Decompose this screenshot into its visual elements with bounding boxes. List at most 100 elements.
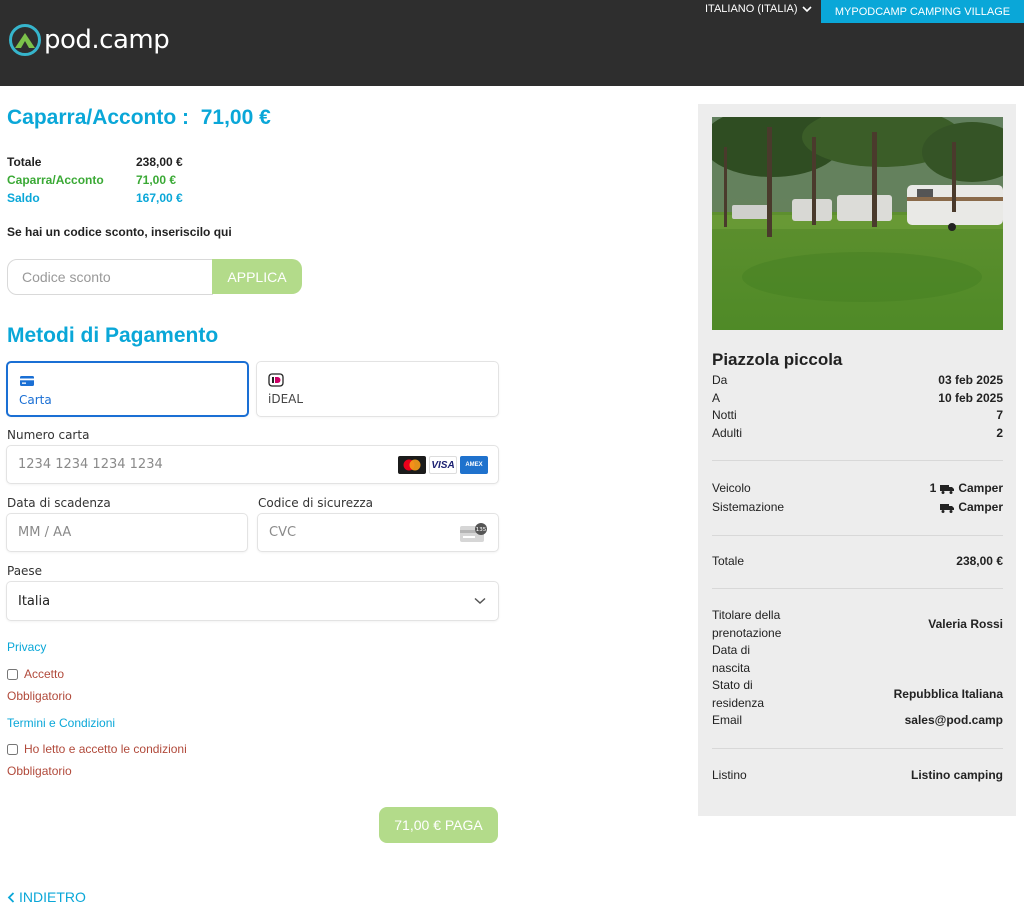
- privacy-required-error: Obbligatorio: [7, 689, 72, 703]
- privacy-checkbox[interactable]: [7, 668, 18, 680]
- logo-text: pod.camp: [44, 25, 170, 55]
- divider: [712, 460, 1003, 461]
- chevron-down-icon: [474, 597, 486, 605]
- summary-deposit-value: 71,00 €: [136, 173, 177, 187]
- list-value: Listino camping: [910, 768, 1003, 782]
- detail-row-total: Totale 238,00 €: [712, 553, 1003, 571]
- detail-row-adults: Adulti 2: [712, 425, 1003, 443]
- cvc-field[interactable]: 135: [257, 513, 499, 552]
- nights-label: Notti: [712, 408, 737, 422]
- detail-row-vehicle: Veicolo 1 Camper: [712, 479, 1003, 498]
- accommodation-label: Sistemazione: [712, 500, 785, 514]
- from-value: 03 feb 2025: [938, 373, 1003, 387]
- privacy-consent[interactable]: Accetto: [7, 667, 64, 681]
- residence-label: Stato di residenza: [712, 678, 765, 710]
- price-list-details: Listino Listino camping: [712, 767, 1003, 785]
- mastercard-icon: [398, 456, 426, 474]
- nights-value: 7: [996, 408, 1003, 422]
- expiry-label: Data di scadenza: [7, 496, 111, 510]
- to-label: A: [712, 390, 721, 405]
- detail-row-from: Da 03 feb 2025: [712, 372, 1003, 390]
- detail-row-to: A 10 feb 2025: [712, 390, 1003, 408]
- mypodcamp-village-button[interactable]: MYPODCAMP CAMPING VILLAGE: [821, 0, 1024, 23]
- pay-button[interactable]: 71,00 € PAGA: [379, 807, 498, 843]
- from-label: Da: [712, 373, 728, 387]
- discount-label: Se hai un codice sconto, inseriscilo qui: [7, 225, 232, 239]
- language-selector[interactable]: ITALIANO (ITALIA): [705, 3, 812, 15]
- vehicle-count: 1: [929, 481, 937, 495]
- amex-brand-text: AMEX: [465, 462, 483, 468]
- camper-icon: [940, 503, 955, 513]
- panel-total-label: Totale: [712, 554, 745, 568]
- summary-balance-label: Saldo: [7, 191, 40, 205]
- summary-row-total: Totale 238,00 €: [7, 153, 183, 171]
- detail-row-accommodation: Sistemazione Camper: [712, 498, 1003, 517]
- chevron-down-icon: [801, 6, 812, 13]
- podcamp-logo[interactable]: pod.camp: [9, 24, 170, 56]
- to-value: 10 feb 2025: [938, 390, 1003, 405]
- detail-row-residence: Stato di residenza Repubblica Italiana: [712, 677, 1003, 712]
- card-brand-logos: VISA AMEX: [398, 456, 488, 474]
- divider: [712, 588, 1003, 589]
- terms-required-error: Obbligatorio: [7, 764, 72, 778]
- divider: [712, 748, 1003, 749]
- apply-discount-button[interactable]: APPLICA: [212, 259, 302, 294]
- card-number-label: Numero carta: [7, 428, 90, 442]
- email-label: Email: [712, 713, 743, 727]
- birth-label: Data di nascita: [712, 643, 751, 675]
- summary-row-deposit: Caparra/Acconto 71,00 €: [7, 171, 183, 189]
- terms-link[interactable]: Termini e Condizioni: [7, 716, 115, 730]
- visa-icon: VISA: [429, 456, 457, 474]
- email-value: sales@pod.camp: [904, 713, 1003, 727]
- accommodation-value-group: Camper: [940, 498, 1003, 517]
- back-link[interactable]: INDIETRO: [7, 889, 86, 905]
- privacy-link[interactable]: Privacy: [7, 640, 46, 654]
- vehicle-details: Veicolo 1 Camper Sistemazione Camper: [712, 479, 1003, 517]
- stay-details: Da 03 feb 2025 A 10 feb 2025 Notti 7 Adu…: [712, 372, 1003, 442]
- detail-row-birth: Data di nascita: [712, 642, 1003, 677]
- visa-brand-text: VISA: [431, 459, 455, 471]
- expiry-field[interactable]: [6, 513, 248, 552]
- discount-code-input[interactable]: [7, 259, 213, 295]
- accommodation-value: Camper: [958, 500, 1003, 514]
- list-label: Listino: [712, 768, 747, 782]
- vehicle-value: Camper: [958, 481, 1003, 495]
- card-number-field[interactable]: VISA AMEX: [6, 445, 499, 484]
- detail-row-nights: Notti 7: [712, 407, 1003, 425]
- summary-total-label: Totale: [7, 155, 42, 169]
- vehicle-label: Veicolo: [712, 481, 751, 495]
- deposit-title: Caparra/Acconto : 71,00 €: [7, 106, 271, 129]
- terms-consent[interactable]: Ho letto e accetto le condizioni: [7, 742, 187, 756]
- payment-method-ideal-label: iDEAL: [268, 392, 304, 406]
- detail-row-holder: Titolare della prenotazione Valeria Ross…: [712, 607, 1003, 642]
- campsite-photo: [712, 117, 1003, 330]
- panel-total-value: 238,00 €: [956, 554, 1003, 568]
- holder-label: Titolare della prenotazione: [712, 608, 782, 640]
- country-label: Paese: [7, 564, 43, 578]
- detail-row-email: Email sales@pod.camp: [712, 712, 1003, 730]
- payment-method-card-label: Carta: [19, 393, 52, 407]
- payment-method-ideal[interactable]: iDEAL: [256, 361, 499, 417]
- terms-checkbox[interactable]: [7, 743, 18, 755]
- country-select[interactable]: Italia: [6, 581, 499, 621]
- logo-mark-icon: [9, 24, 41, 56]
- payment-method-card[interactable]: Carta: [6, 361, 249, 417]
- cvc-icon-text: 135: [476, 527, 487, 533]
- summary-deposit-label: Caparra/Acconto: [7, 173, 104, 187]
- payment-methods-title: Metodi di Pagamento: [7, 324, 219, 347]
- total-details: Totale 238,00 €: [712, 553, 1003, 571]
- holder-value: Valeria Rossi: [928, 616, 1003, 631]
- camper-icon: [940, 484, 955, 494]
- back-link-label: INDIETRO: [19, 889, 86, 905]
- language-label: ITALIANO (ITALIA): [705, 3, 798, 15]
- ideal-icon: [268, 373, 284, 387]
- adults-label: Adulti: [712, 425, 743, 440]
- amex-icon: AMEX: [460, 456, 488, 474]
- adults-value: 2: [996, 425, 1003, 440]
- cvc-card-icon: 135: [460, 523, 487, 542]
- top-header: pod.camp ITALIANO (ITALIA) MYPODCAMP CAM…: [0, 0, 1024, 86]
- holder-details: Titolare della prenotazione Valeria Ross…: [712, 607, 1003, 730]
- expiry-input[interactable]: [7, 514, 247, 551]
- detail-row-list: Listino Listino camping: [712, 767, 1003, 785]
- cvc-label: Codice di sicurezza: [258, 496, 374, 510]
